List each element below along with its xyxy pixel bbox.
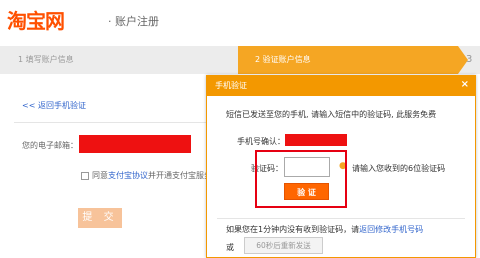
agree-suffix: 并开通支付宝服务 <box>148 171 212 180</box>
email-label: 您的电子邮箱： <box>22 141 78 150</box>
taobao-logo: 淘宝网 <box>7 9 65 33</box>
back-modify-phone-link[interactable]: 返回修改手机号码 <box>359 225 423 234</box>
dialog-divider <box>217 218 465 219</box>
back-to-phone-verify-link[interactable]: << 返回手机验证 <box>22 100 86 111</box>
step-fill-account-info: 1 填写账户信息 <box>18 55 74 64</box>
phone-verify-dialog: 手机验证 × 短信已发送至您的手机, 请输入短信中的验证码, 此服务免费 手机号… <box>206 75 476 258</box>
submit-button[interactable]: 提 交 <box>78 208 122 228</box>
resend-code-button[interactable]: 60秒后重新发送 <box>244 237 323 254</box>
divider <box>14 122 210 123</box>
page-subtitle: · 账户注册 <box>108 15 159 28</box>
dialog-title: 手机验证 <box>215 81 247 90</box>
close-icon[interactable]: × <box>461 79 469 91</box>
dialog-header: 手机验证 × <box>207 76 475 96</box>
phone-confirm-label: 手机号确认： <box>237 137 285 146</box>
step-verify-account-info: 2 验证账户信息 <box>255 55 311 64</box>
agree-prefix: 同意 <box>92 171 108 180</box>
alipay-agreement-link[interactable]: 支付宝协议 <box>108 171 148 180</box>
agreement-row: 同意支付宝协议并开通支付宝服务 <box>81 170 212 181</box>
code-hint: 请输入您收到的6位验证码 <box>352 164 446 173</box>
highlight-annotation <box>255 150 347 208</box>
or-label: 或 <box>226 243 234 252</box>
progress-steps: 1 填写账户信息 2 验证账户信息 3 <box>0 46 480 74</box>
sms-sent-info: 短信已发送至您的手机, 请输入短信中的验证码, 此服务免费 <box>226 110 437 119</box>
step-3: 3 <box>466 54 473 65</box>
phone-number-redacted <box>285 134 347 146</box>
agree-checkbox[interactable] <box>81 171 89 180</box>
resend-instructions: 如果您在1分钟内没有收到验证码，请返回修改手机号码 <box>226 224 423 235</box>
resend-prefix: 如果您在1分钟内没有收到验证码，请 <box>226 225 360 234</box>
email-field-redacted[interactable] <box>79 135 191 153</box>
